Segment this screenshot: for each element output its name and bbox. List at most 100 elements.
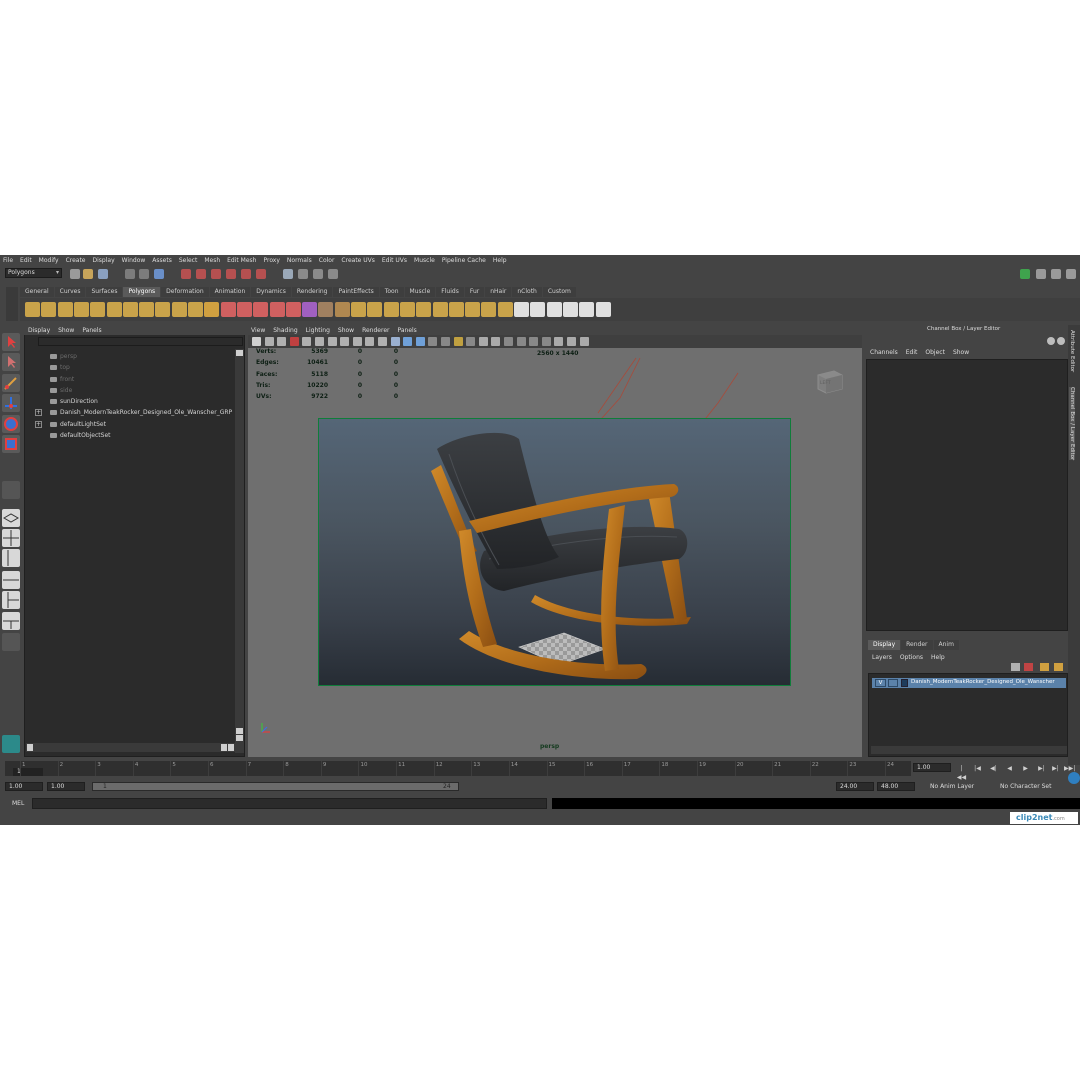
default-material-icon[interactable] xyxy=(428,337,438,346)
menu-mesh[interactable]: Mesh xyxy=(204,257,220,264)
poly-helix-icon[interactable] xyxy=(171,302,187,317)
outliner-search-field[interactable] xyxy=(38,337,243,346)
separate-icon[interactable] xyxy=(220,302,236,317)
current-time-field[interactable]: 1.00 xyxy=(913,763,951,772)
menu-display[interactable]: Display xyxy=(93,257,115,264)
snap-point-icon[interactable] xyxy=(211,269,221,279)
screen-space-ao-icon[interactable] xyxy=(478,337,488,346)
new-layer-icon[interactable] xyxy=(1054,663,1063,671)
extrude-icon[interactable] xyxy=(383,302,399,317)
xray-icon[interactable] xyxy=(529,337,539,346)
shelf-tab-deformation[interactable]: Deformation xyxy=(161,287,209,297)
mudbox-icon[interactable] xyxy=(2,735,20,753)
select-camera-icon[interactable] xyxy=(252,337,261,346)
menu-assets[interactable]: Assets xyxy=(152,257,172,264)
view-cube[interactable]: LEFT xyxy=(812,365,846,399)
outliner-horizontal-scrollbar[interactable] xyxy=(26,743,236,752)
history-icon[interactable] xyxy=(256,269,266,279)
range-slider[interactable]: 1 24 xyxy=(92,782,459,791)
layout-outliner-graph-icon[interactable] xyxy=(2,612,20,630)
smooth-shade-icon[interactable] xyxy=(403,337,413,346)
layer-type-toggle[interactable] xyxy=(888,679,898,687)
xray-joints-icon[interactable] xyxy=(541,337,551,346)
checker-texture-icon[interactable] xyxy=(595,302,611,317)
boolean-intersection-icon[interactable] xyxy=(285,302,301,317)
bevel-icon[interactable] xyxy=(481,302,497,317)
offset-edge-loop-icon[interactable] xyxy=(465,302,481,317)
play-backwards-icon[interactable]: ◀ xyxy=(1004,764,1015,773)
new-empty-layer-icon[interactable] xyxy=(1024,663,1033,671)
outliner-item[interactable]: + Danish_ModernTeakRocker_Designed_Ole_Wa… xyxy=(24,407,234,418)
menu-muscle[interactable]: Muscle xyxy=(414,257,435,264)
menu-normals[interactable]: Normals xyxy=(287,257,312,264)
step-back-key-icon[interactable]: ◀| xyxy=(988,764,999,773)
move-layer-up-icon[interactable] xyxy=(1011,663,1020,671)
select-tool-icon[interactable] xyxy=(2,333,20,351)
safe-action-icon[interactable] xyxy=(365,337,375,346)
channel-box-menu-show[interactable]: Show xyxy=(953,349,969,356)
new-layer-from-selection-icon[interactable] xyxy=(1040,663,1049,671)
menu-create-uvs[interactable]: Create UVs xyxy=(341,257,374,264)
channel-box-toggle-icon[interactable] xyxy=(1047,337,1055,345)
shelf-tab-polygons[interactable]: Polygons xyxy=(123,287,161,297)
bridge-icon[interactable] xyxy=(399,302,415,317)
viewport-menu-lighting[interactable]: Lighting xyxy=(306,327,330,334)
menu-window[interactable]: Window xyxy=(122,257,146,264)
append-polygon-icon[interactable] xyxy=(416,302,432,317)
new-scene-icon[interactable] xyxy=(70,269,80,279)
bookmark-icon[interactable] xyxy=(277,337,287,346)
last-tool-icon[interactable] xyxy=(2,481,20,499)
shelf-tab-fluids[interactable]: Fluids xyxy=(436,287,464,297)
layout-persp-graph-icon[interactable] xyxy=(2,571,20,589)
isolate-select-icon[interactable] xyxy=(516,337,526,346)
field-chart-icon[interactable] xyxy=(352,337,362,346)
channel-box-menu-object[interactable]: Object xyxy=(925,349,945,356)
poly-cylinder-icon[interactable] xyxy=(57,302,73,317)
current-frame-marker[interactable]: 1 xyxy=(13,768,43,776)
layout-hypershade-icon[interactable] xyxy=(2,591,20,609)
toggle-channel-box-icon[interactable] xyxy=(1066,269,1076,279)
average-vertices-icon[interactable] xyxy=(334,302,350,317)
image-plane-icon[interactable] xyxy=(289,337,299,346)
command-line-input[interactable] xyxy=(32,798,547,809)
expand-toggle-icon[interactable]: + xyxy=(35,409,42,417)
menu-color[interactable]: Color xyxy=(319,257,335,264)
menu-edit[interactable]: Edit xyxy=(20,257,32,264)
poly-pyramid-icon[interactable] xyxy=(139,302,155,317)
render-settings-icon[interactable] xyxy=(328,269,338,279)
snap-grid-icon[interactable] xyxy=(181,269,191,279)
scroll-down-arrow-icon[interactable] xyxy=(236,735,243,741)
snap-curve-icon[interactable] xyxy=(196,269,206,279)
layer-tab-render[interactable]: Render xyxy=(901,640,933,650)
uv-editor-icon[interactable] xyxy=(579,302,595,317)
boolean-difference-icon[interactable] xyxy=(269,302,285,317)
shelf-tab-toon[interactable]: Toon xyxy=(379,287,404,297)
channel-box-pin-icon[interactable] xyxy=(1057,337,1065,345)
viewport-menu-show[interactable]: Show xyxy=(338,327,354,334)
outliner-item[interactable]: sunDirection xyxy=(24,396,234,407)
outliner-menu-show[interactable]: Show xyxy=(58,327,74,334)
shelf-tab-general[interactable]: General xyxy=(20,287,54,297)
viewport-menu-view[interactable]: View xyxy=(251,327,265,334)
layer-list-scrollbar[interactable] xyxy=(871,746,1067,754)
shelf-tab-custom[interactable]: Custom xyxy=(542,287,576,297)
automatic-mapping-icon[interactable] xyxy=(562,302,578,317)
rocking-chair-model[interactable] xyxy=(319,419,792,687)
make-hole-icon[interactable] xyxy=(367,302,383,317)
shelf-tab-fur[interactable]: Fur xyxy=(464,287,485,297)
animation-start-field[interactable]: 1.00 xyxy=(5,782,43,791)
scroll-down-arrow-icon[interactable] xyxy=(236,728,243,734)
layer-menu-help[interactable]: Help xyxy=(931,654,945,661)
shadows-icon[interactable] xyxy=(466,337,476,346)
toggle-tool-settings-icon[interactable] xyxy=(1051,269,1061,279)
shelf-tab-dynamics[interactable]: Dynamics xyxy=(251,287,291,297)
xray-components-icon[interactable] xyxy=(554,337,564,346)
camera-attributes-icon[interactable] xyxy=(264,337,274,346)
channel-box-menu-channels[interactable]: Channels xyxy=(870,349,898,356)
layout-single-pane-icon[interactable] xyxy=(2,509,20,527)
scroll-right-arrow-icon[interactable] xyxy=(228,744,234,751)
expand-toggle-icon[interactable]: + xyxy=(35,420,42,428)
safe-title-icon[interactable] xyxy=(378,337,387,346)
viewport-menu-panels[interactable]: Panels xyxy=(397,327,416,334)
render-frame-icon[interactable] xyxy=(298,269,308,279)
